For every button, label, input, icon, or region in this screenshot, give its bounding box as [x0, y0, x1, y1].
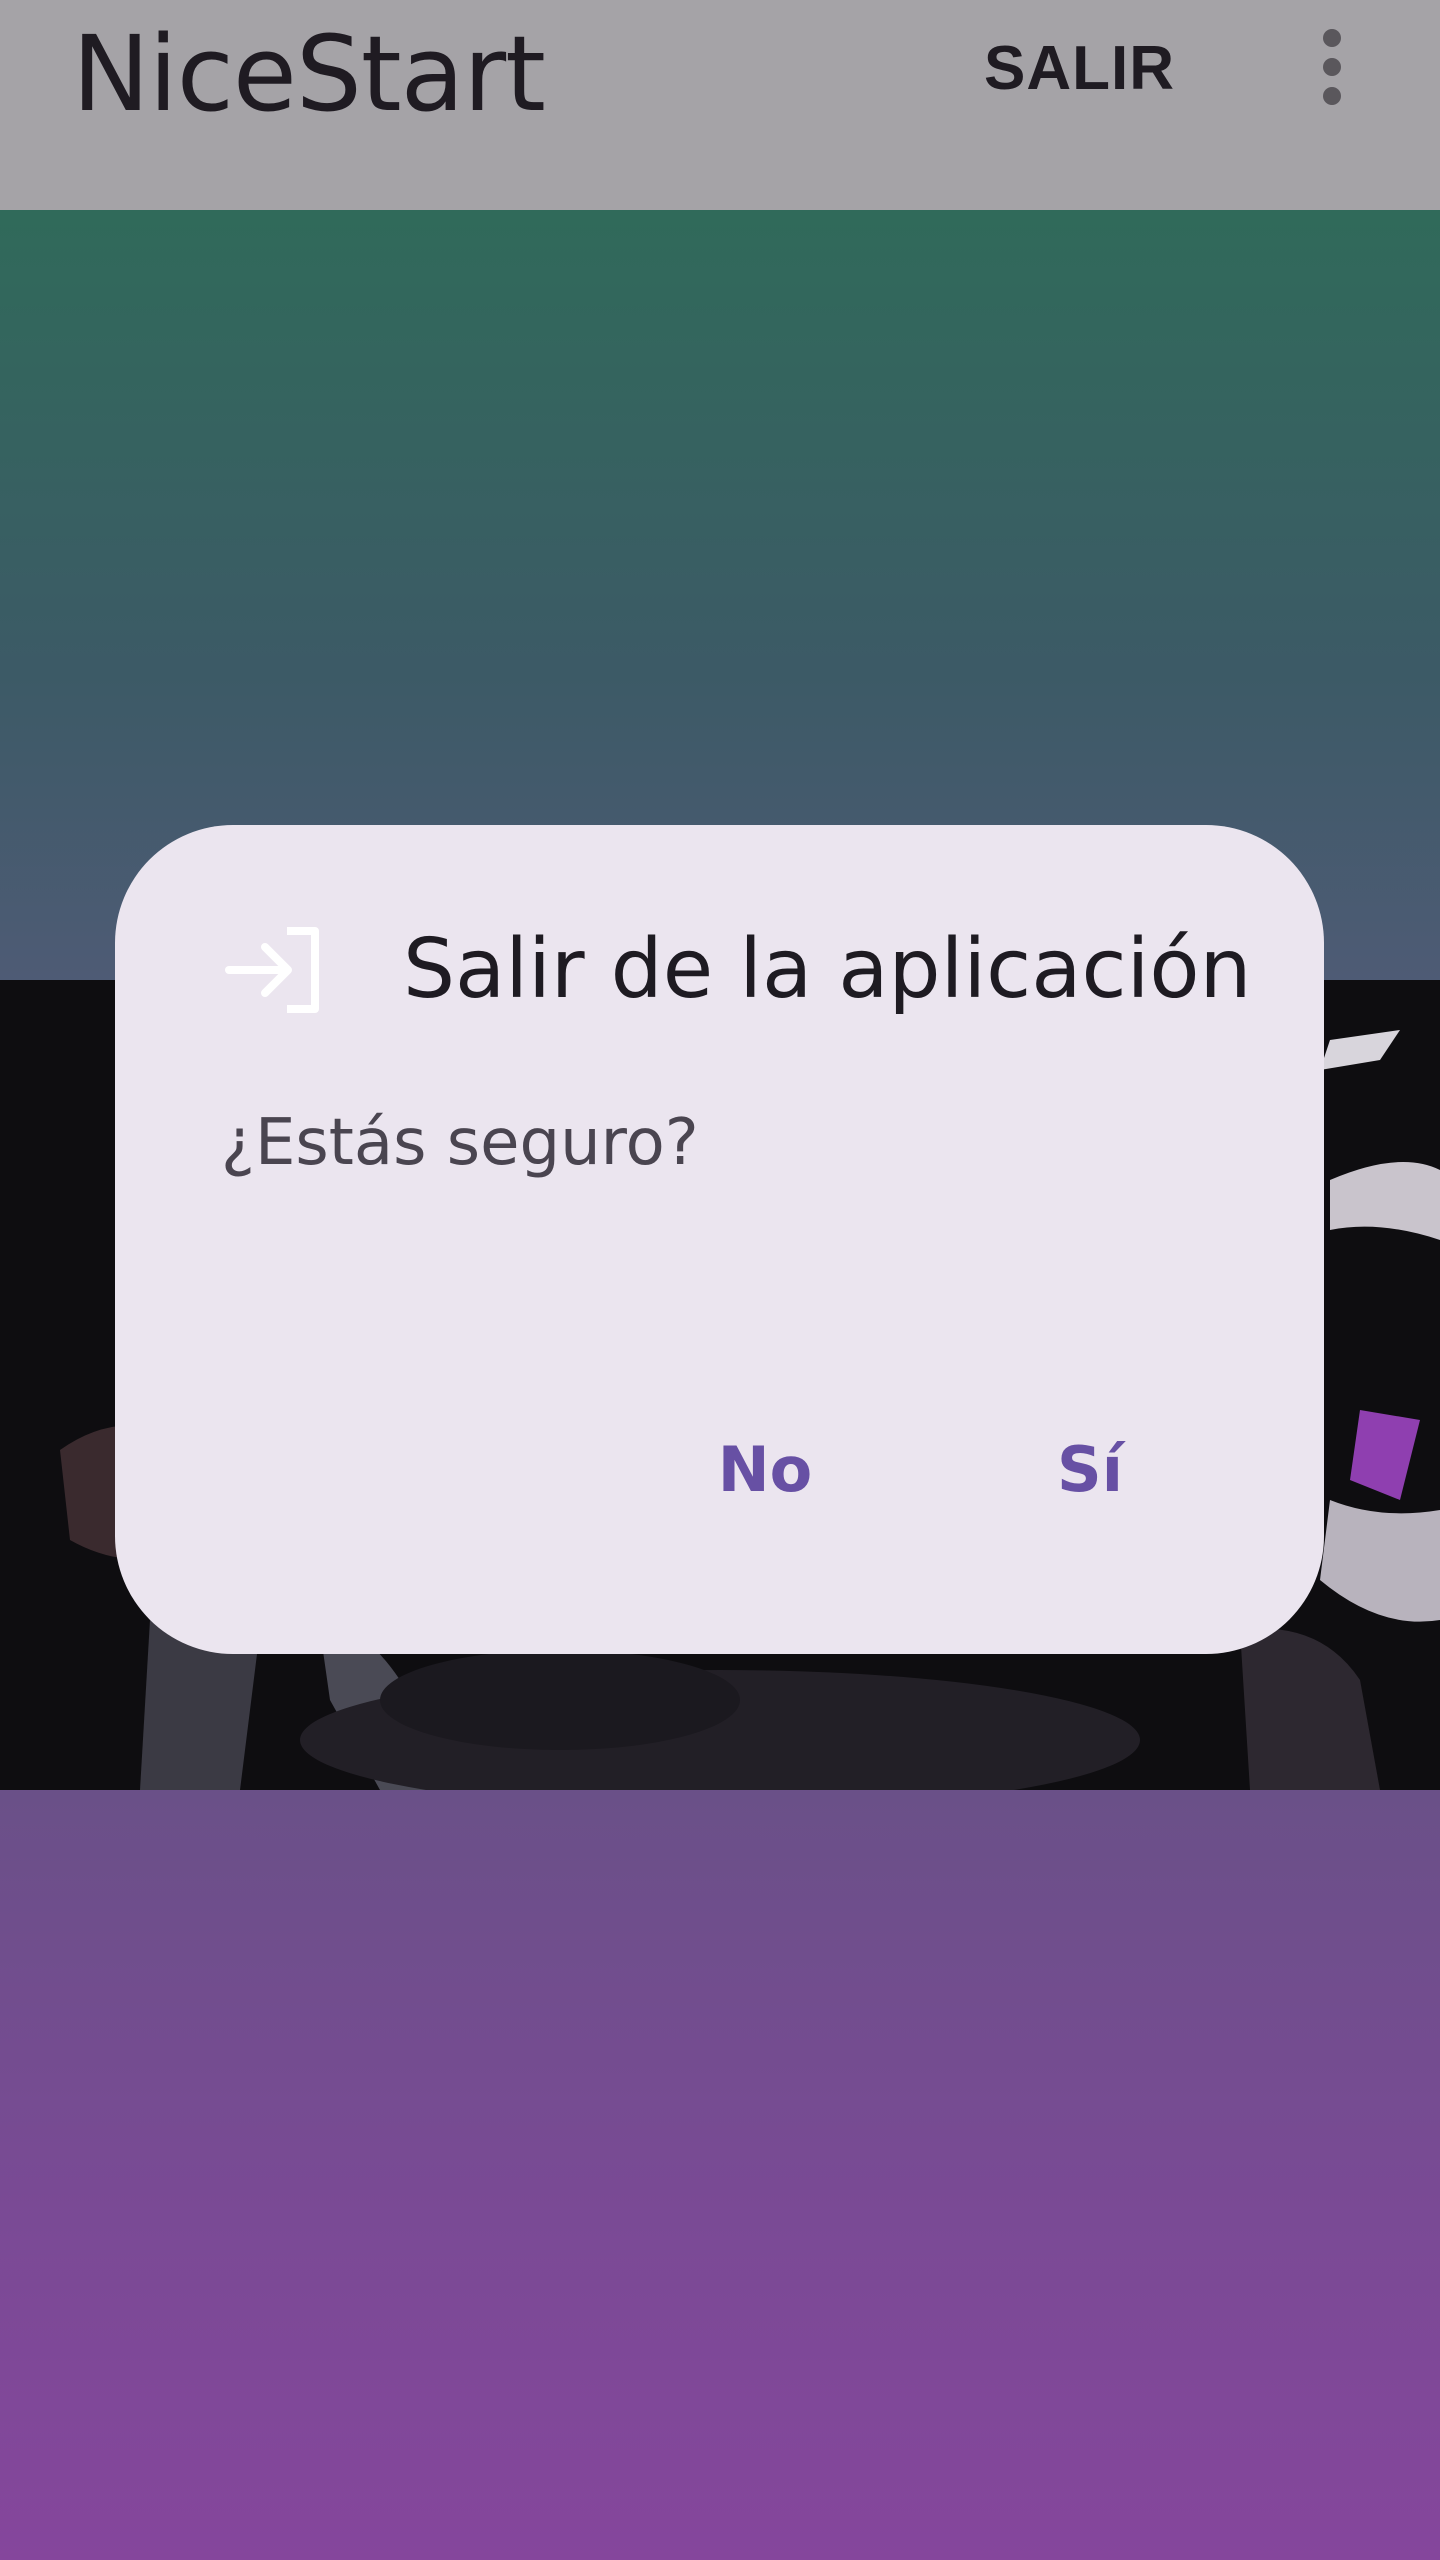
no-button[interactable]: No	[695, 1425, 835, 1515]
dialog-title: Salir de la aplicación	[403, 922, 1252, 1017]
login-icon	[225, 925, 325, 1015]
app-bar: NiceStart SALIR	[0, 0, 1440, 210]
salir-action-button[interactable]: SALIR	[984, 34, 1175, 104]
bottom-gradient-panel	[0, 1790, 1440, 2560]
dialog-message: ¿Estás seguro?	[221, 1106, 699, 1180]
exit-confirm-dialog: Salir de la aplicación ¿Estás seguro? No…	[115, 825, 1324, 1654]
more-vert-icon[interactable]	[1300, 28, 1364, 106]
yes-button[interactable]: Sí	[1020, 1425, 1160, 1515]
app-title: NiceStart	[72, 13, 546, 135]
